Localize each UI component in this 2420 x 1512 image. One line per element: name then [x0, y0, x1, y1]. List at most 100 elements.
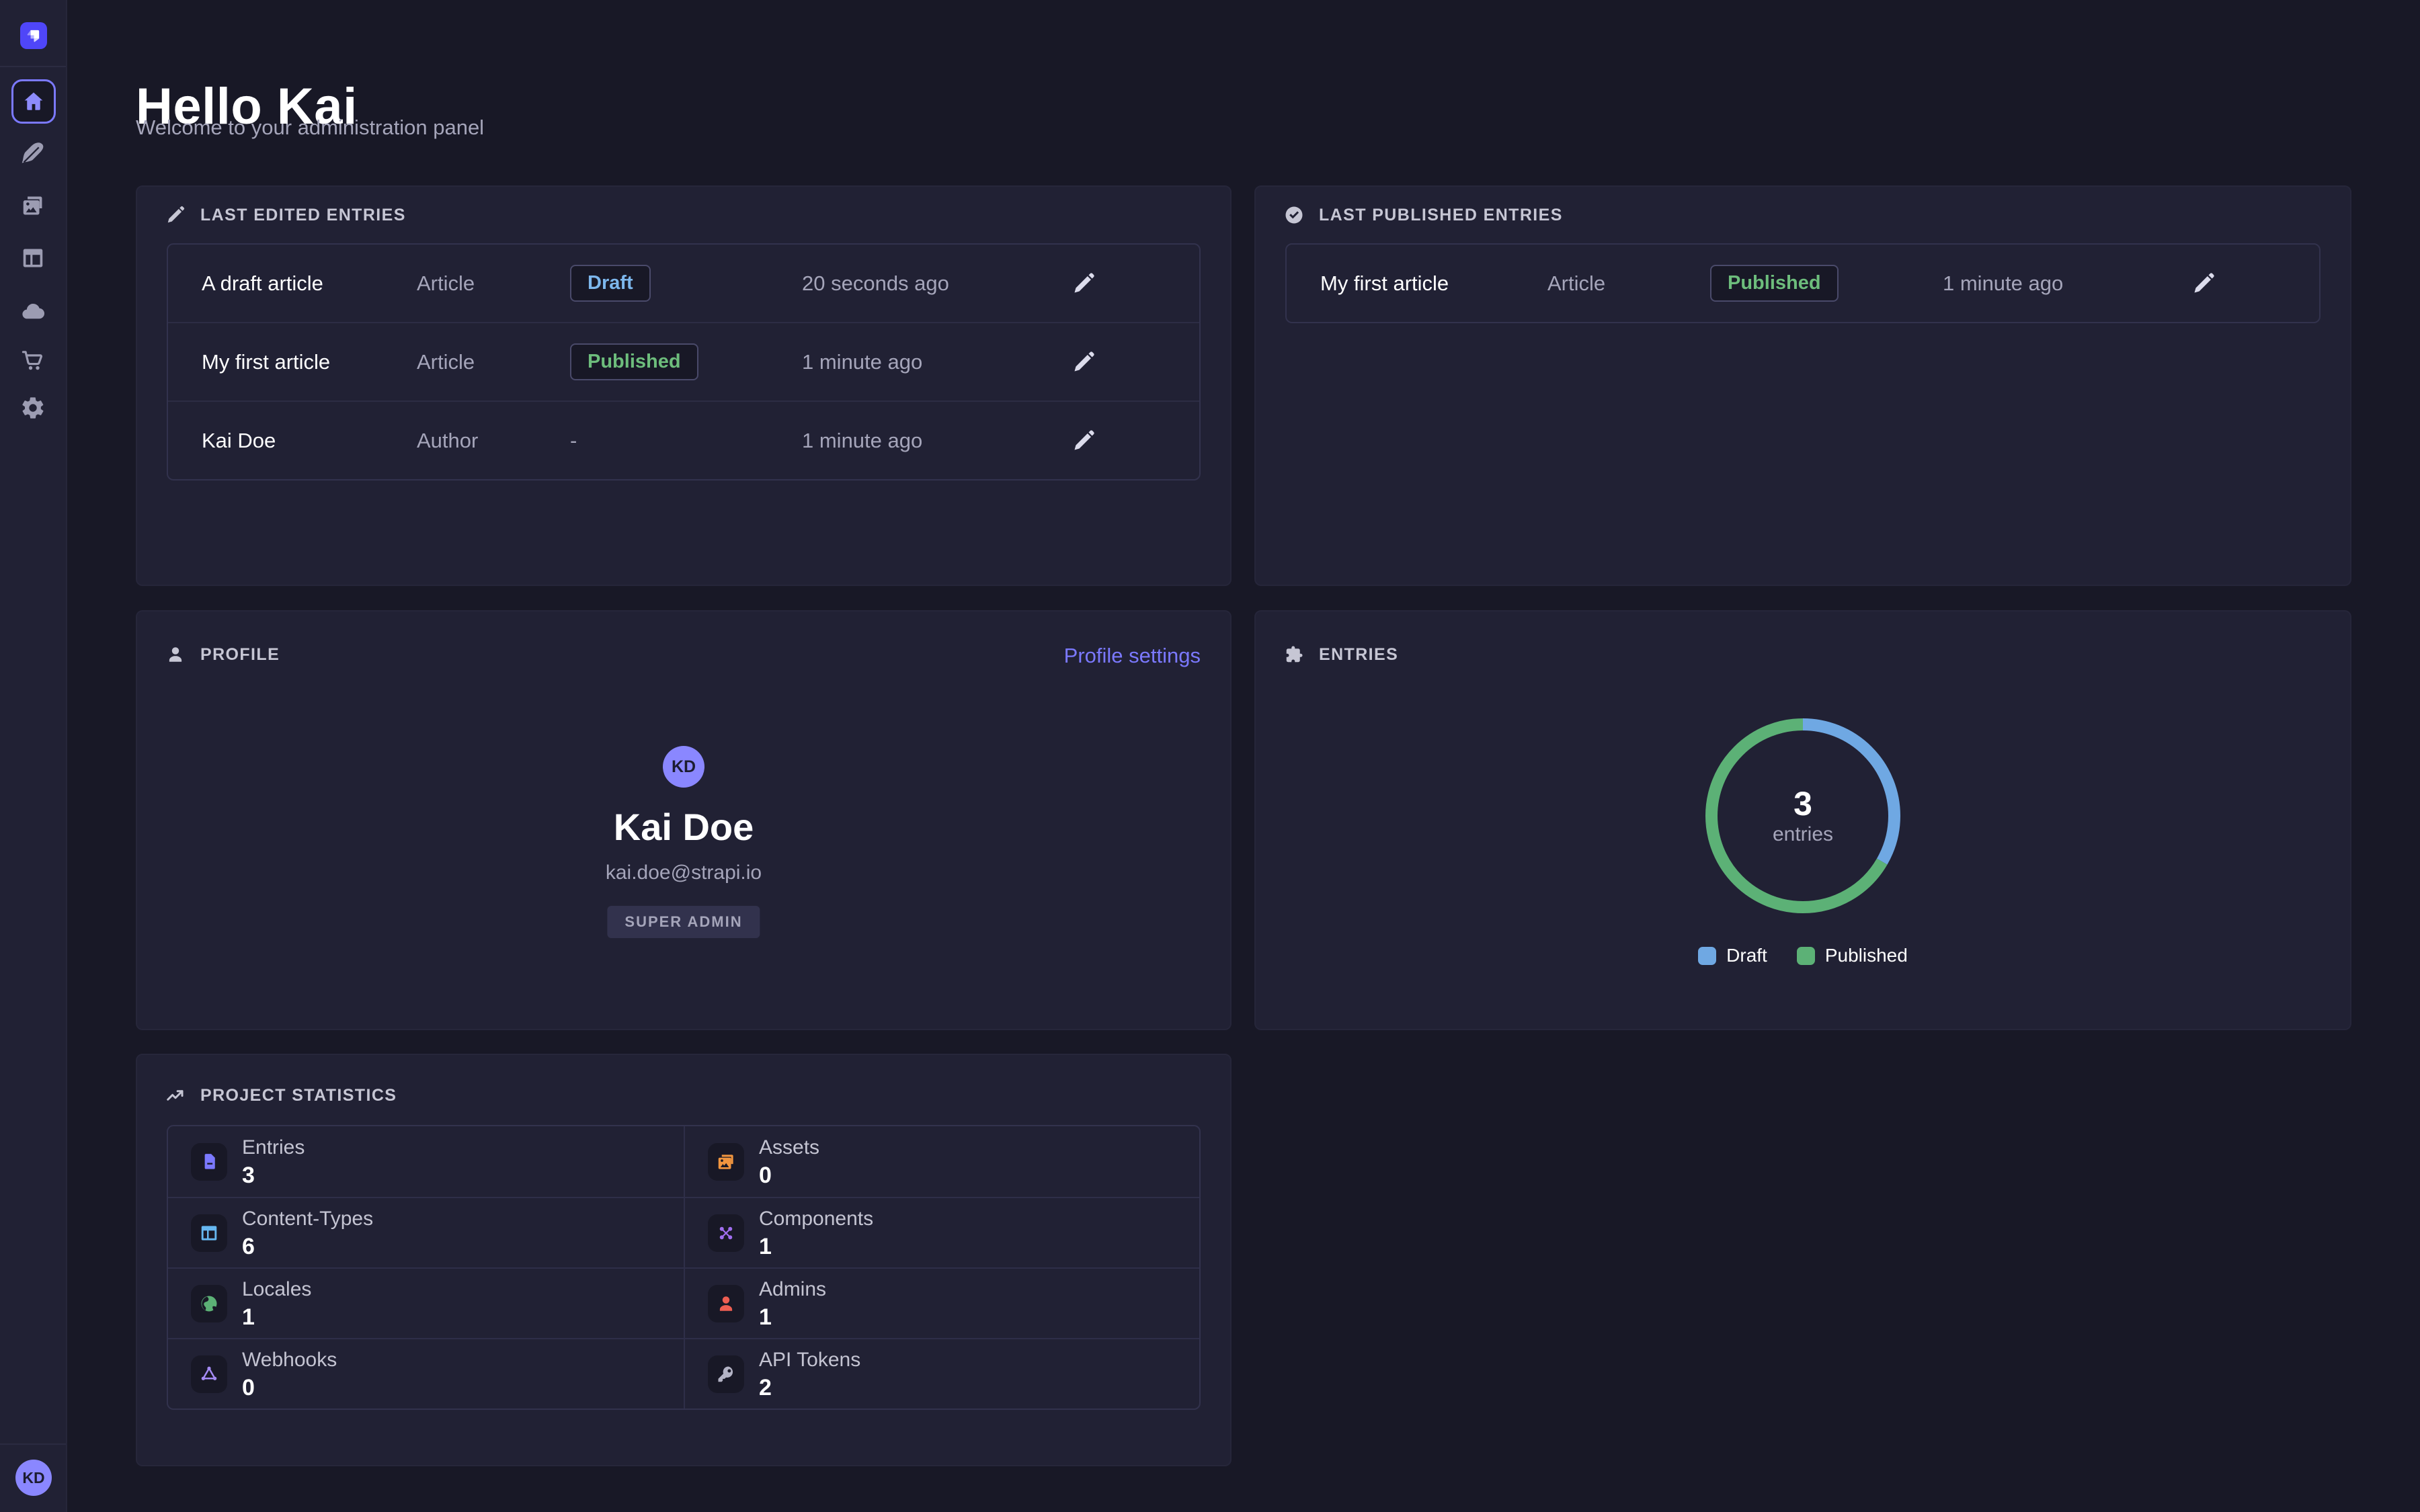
- stat-icon-tile: [708, 1285, 744, 1322]
- stat-cell-entries: Entries 3: [168, 1126, 684, 1197]
- strapi-logo[interactable]: [20, 22, 47, 49]
- sidebar-item-settings[interactable]: [17, 392, 49, 424]
- stat-value: 3: [242, 1164, 305, 1187]
- sidebar-item-marketplace[interactable]: [17, 344, 49, 376]
- entry-name: My first article: [1320, 271, 1547, 296]
- edit-entry-button[interactable]: [2191, 269, 2221, 298]
- legend-item: Published: [1797, 945, 1908, 966]
- sidebar-item-content-type-builder[interactable]: [17, 242, 49, 274]
- donut-total-value: 3: [1793, 787, 1812, 821]
- sidebar-user-avatar[interactable]: KD: [15, 1460, 52, 1496]
- card-title: ENTRIES: [1319, 645, 1398, 665]
- stat-icon-tile: [191, 1355, 227, 1393]
- card-header: LAST PUBLISHED ENTRIES: [1284, 202, 1563, 228]
- user-icon: [165, 644, 186, 665]
- table-row: Kai DoeAuthor-1 minute ago: [168, 401, 1199, 479]
- stat-label: API Tokens: [759, 1349, 860, 1372]
- donut-total-label: entries: [1773, 825, 1833, 845]
- images-icon: [20, 193, 46, 218]
- stat-cell-content-types: Content-Types6: [168, 1197, 684, 1267]
- stat-label: Webhooks: [242, 1349, 337, 1372]
- chart-legend: Draft Published: [1256, 945, 2350, 966]
- stat-value: 2: [759, 1376, 860, 1399]
- legend-item: Draft: [1698, 945, 1767, 966]
- card-title: LAST EDITED ENTRIES: [200, 206, 406, 225]
- pencil-icon: [1072, 350, 1096, 374]
- person-icon: [716, 1294, 736, 1314]
- stat-value: 1: [242, 1306, 311, 1329]
- cloud-icon: [20, 299, 46, 325]
- status-badge: Published: [1710, 265, 1839, 302]
- entry-type: Article: [1547, 271, 1710, 296]
- legend-label: Draft: [1726, 945, 1767, 966]
- stat-icon-tile: [191, 1214, 227, 1252]
- status-badge: Draft: [570, 265, 651, 302]
- stat-cell-assets: Assets 0: [684, 1126, 1199, 1197]
- stat-label: Assets: [759, 1136, 819, 1159]
- last-published-entries-card: LAST PUBLISHED ENTRIES My first articleA…: [1254, 185, 2351, 586]
- file-icon: [199, 1152, 219, 1172]
- stat-icon-tile: [708, 1355, 744, 1393]
- layout-icon: [199, 1223, 219, 1243]
- card-header: PROJECT STATISTICS: [165, 1082, 397, 1109]
- profile-settings-link[interactable]: Profile settings: [1064, 644, 1201, 668]
- images-icon: [716, 1152, 736, 1172]
- sidebar: KD: [0, 0, 67, 1512]
- strapi-logo-icon: [24, 26, 43, 45]
- project-statistics-grid: Entries 3 Assets 0 Content-Types6 Components 1…: [167, 1125, 1201, 1410]
- avatar: KD: [663, 746, 704, 788]
- entry-updated-time: 1 minute ago: [802, 350, 1072, 374]
- edit-entry-button[interactable]: [1072, 347, 1101, 377]
- stat-value: 1: [759, 1235, 873, 1258]
- entries-card: ENTRIES 3 entries Draft Published: [1254, 610, 2351, 1030]
- sidebar-item-home[interactable]: [11, 79, 56, 124]
- entry-name: A draft article: [202, 271, 417, 296]
- stat-cell-api-tokens: API Tokens 2: [684, 1338, 1199, 1409]
- entry-name: Kai Doe: [202, 429, 417, 453]
- stat-cell-locales: Locales1: [168, 1267, 684, 1338]
- cart-icon: [20, 347, 46, 373]
- puzzle-icon: [1284, 644, 1304, 665]
- sidebar-item-media-library[interactable]: [17, 190, 49, 222]
- profile-card: PROFILE Profile settings KD Kai Doe kai.…: [136, 610, 1232, 1030]
- pencil-icon: [1072, 271, 1096, 296]
- role-badge: SUPER ADMIN: [607, 906, 760, 938]
- trend-up-icon: [165, 1085, 186, 1105]
- table-row: My first articleArticlePublished1 minute…: [168, 322, 1199, 401]
- stat-label: Entries: [242, 1136, 305, 1159]
- stat-icon-tile: [708, 1214, 744, 1252]
- entry-type: Article: [417, 350, 570, 374]
- legend-swatch: [1797, 947, 1815, 965]
- legend-swatch: [1698, 947, 1716, 965]
- layout-icon: [20, 245, 46, 271]
- stat-label: Components: [759, 1208, 873, 1230]
- stat-value: 0: [759, 1164, 819, 1187]
- entry-name: My first article: [202, 350, 417, 374]
- webhook-icon: [199, 1364, 219, 1384]
- stat-icon-tile: [708, 1143, 744, 1181]
- gear-icon: [20, 395, 46, 421]
- stat-cell-admins: Admins1: [684, 1267, 1199, 1338]
- stat-cell-components: Components 1: [684, 1197, 1199, 1267]
- page-subtitle: Welcome to your administration panel: [136, 116, 484, 140]
- stat-value: 0: [242, 1376, 337, 1399]
- stat-value: 6: [242, 1235, 373, 1258]
- entry-status: Published: [1710, 265, 1943, 302]
- globe-icon: [199, 1294, 219, 1314]
- entry-status: Draft: [570, 265, 802, 302]
- sidebar-item-content-manager[interactable]: [17, 137, 49, 169]
- entry-type: Article: [417, 271, 570, 296]
- project-statistics-card: PROJECT STATISTICS Entries 3 Assets 0 Conten…: [136, 1054, 1232, 1466]
- sidebar-item-deploy[interactable]: [17, 296, 49, 328]
- last-edited-entries-card: LAST EDITED ENTRIES A draft articleArtic…: [136, 185, 1232, 586]
- last-edited-entries-table: A draft articleArticleDraft20 seconds ag…: [167, 243, 1201, 480]
- entry-type: Author: [417, 429, 570, 453]
- entry-updated-time: 20 seconds ago: [802, 271, 1072, 296]
- home-icon: [22, 89, 46, 114]
- edit-entry-button[interactable]: [1072, 426, 1101, 456]
- card-header: LAST EDITED ENTRIES: [165, 202, 406, 228]
- key-icon: [716, 1364, 736, 1384]
- stat-icon-tile: [191, 1143, 227, 1181]
- entry-status: Published: [570, 343, 802, 380]
- edit-entry-button[interactable]: [1072, 269, 1101, 298]
